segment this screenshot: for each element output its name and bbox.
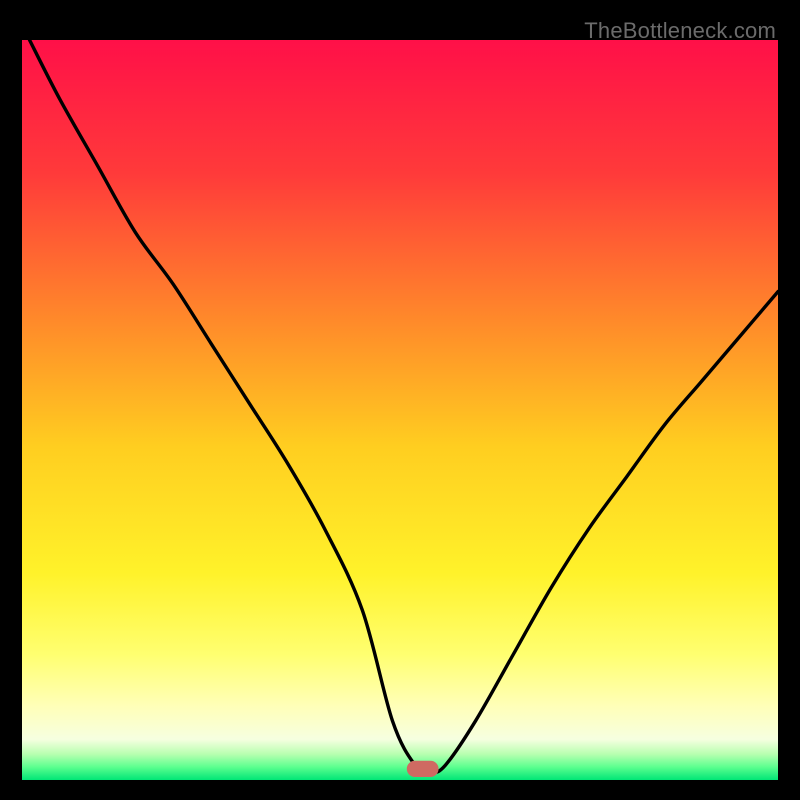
gradient-background — [22, 40, 778, 780]
plot-area — [22, 40, 778, 780]
chart-frame: TheBottleneck.com — [10, 10, 790, 790]
optimal-marker — [407, 761, 439, 777]
chart-svg — [22, 40, 778, 780]
